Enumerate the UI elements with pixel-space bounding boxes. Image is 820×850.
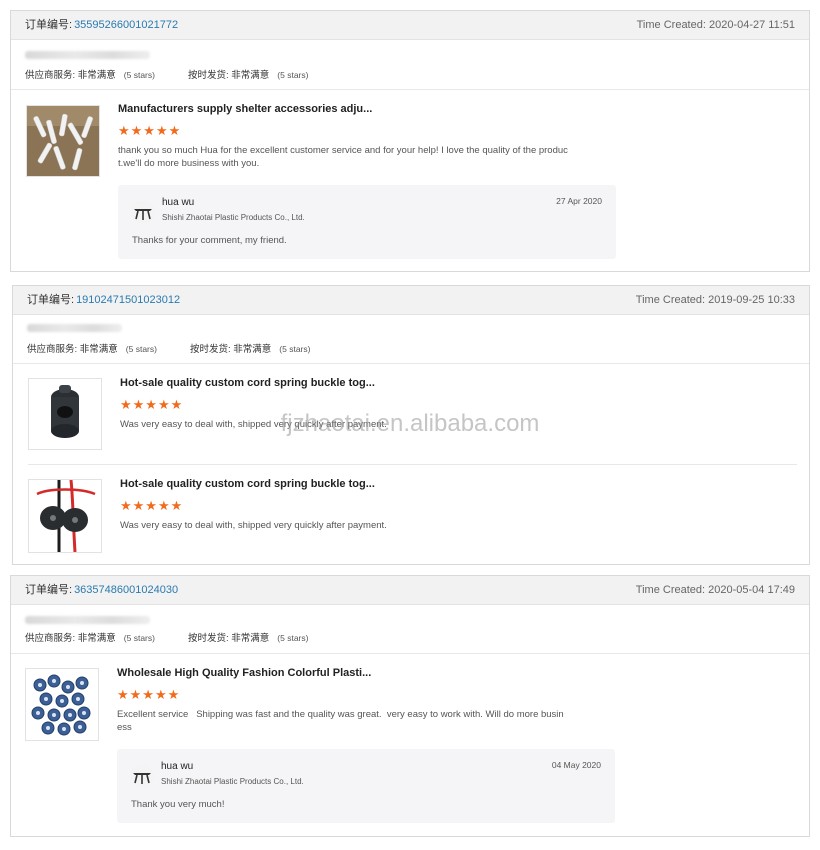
on-time-delivery-value: 非常满意 [231,70,270,81]
on-time-delivery-label: 按时发货: [190,344,231,355]
time-created: Time Created: 2019-09-25 10:33 [635,294,795,306]
order-header: 订单编号: 35595266001021772 Time Created: 202… [11,11,809,40]
reply-text: Thank you very much! [131,799,225,810]
order-header: 订单编号: 19102471501023012 Time Created: 201… [13,286,809,315]
product-thumbnail[interactable] [25,668,99,741]
order-header: 订单编号: 36357486001024030 Time Created: 202… [11,576,809,605]
avatar [132,201,154,223]
star-rating: ★★★★★ [117,687,181,702]
product-thumbnail[interactable] [28,479,102,553]
supplier-service-value: 非常满意 [77,633,116,644]
time-created: Time Created: 2020-05-04 17:49 [635,584,795,596]
supplier-service-value: 非常满意 [79,344,118,355]
supplier-service-label: 供应商服务: [25,633,76,644]
order-number: 订单编号: 19102471501023012 [27,286,180,314]
company-logo-icon [132,201,154,223]
order-number-link[interactable]: 35595266001021772 [74,19,178,31]
supplier-reply: hua wu Shishi Zhaotai Plastic Products C… [118,185,616,259]
review-card-1: 订单编号: 35595266001021772 Time Created: 202… [10,10,810,272]
reply-company: Shishi Zhaotai Plastic Products Co., Ltd… [162,213,305,222]
review-comment: Excellent service Shipping was fast and … [117,708,617,734]
on-time-delivery-label: 按时发货: [188,633,229,644]
reply-company: Shishi Zhaotai Plastic Products Co., Ltd… [161,777,304,786]
order-number-label: 订单编号: [25,19,73,31]
on-time-delivery-rating: 按时发货: 非常满意 (5 stars) [188,67,308,81]
on-time-delivery-value: 非常满意 [231,633,270,644]
review-card-3: 订单编号: 36357486001024030 Time Created: 202… [10,575,810,837]
product-title-link[interactable]: Manufacturers supply shelter accessories… [118,103,372,115]
order-number-label: 订单编号: [25,584,73,596]
supplier-service-value: 非常满意 [77,70,116,81]
supplier-service-label: 供应商服务: [27,344,78,355]
reply-date: 27 Apr 2020 [556,196,602,206]
colorful-buttons-image [26,669,98,740]
avatar [131,765,153,787]
company-logo-icon [131,765,153,787]
review-comment-line: t.we'll do more business with you. [118,158,260,169]
on-time-delivery-rating: 按时发货: 非常满意 (5 stars) [190,341,310,355]
watermark: fjzhaotai.en.alibaba.com [280,410,540,437]
reply-date: 04 May 2020 [551,760,601,770]
divider [13,363,809,364]
supplier-service-stars: (5 stars) [123,633,155,643]
on-time-delivery-rating: 按时发货: 非常满意 (5 stars) [188,630,308,644]
product-title-link[interactable]: Hot-sale quality custom cord spring buck… [120,478,375,490]
review-comment-line: Excellent service Shipping was fast and … [117,709,564,720]
on-time-delivery-stars: (5 stars) [279,344,311,354]
star-rating: ★★★★★ [118,123,182,138]
order-number-link[interactable]: 36357486001024030 [74,584,178,596]
on-time-delivery-value: 非常满意 [233,344,272,355]
review-comment-line: ess [117,722,132,733]
buyer-name-blurred [27,324,122,332]
product-thumbnail[interactable] [26,105,100,177]
supplier-service-stars: (5 stars) [125,344,157,354]
review-comment: thank you so much Hua for the excellent … [118,144,608,170]
on-time-delivery-label: 按时发货: [188,70,229,81]
product-title-link[interactable]: Hot-sale quality custom cord spring buck… [120,377,375,389]
on-time-delivery-stars: (5 stars) [277,70,309,80]
shelter-accessory-image [27,106,99,176]
product-title-link[interactable]: Wholesale High Quality Fashion Colorful … [117,667,371,679]
time-created: Time Created: 2020-04-27 11:51 [636,19,795,31]
order-number: 订单编号: 36357486001024030 [25,576,178,604]
reply-author: hua wu [162,197,195,208]
supplier-service-stars: (5 stars) [123,70,155,80]
review-comment-line: thank you so much Hua for the excellent … [118,145,568,156]
divider [11,653,809,654]
divider [28,464,797,465]
on-time-delivery-stars: (5 stars) [277,633,309,643]
supplier-service-rating: 供应商服务: 非常满意 (5 stars) [25,630,155,644]
order-number-label: 订单编号: [27,294,75,306]
review-comment: Was very easy to deal with, shipped very… [120,520,387,531]
order-number: 订单编号: 35595266001021772 [25,11,178,39]
star-rating: ★★★★★ [120,498,184,513]
supplier-service-rating: 供应商服务: 非常满意 (5 stars) [27,341,157,355]
reply-text: Thanks for your comment, my friend. [132,235,287,246]
divider [11,89,809,90]
buyer-name-blurred [25,51,150,59]
buyer-name-blurred [25,616,150,624]
reply-author: hua wu [161,761,194,772]
cord-lock-with-rope-image [29,480,101,552]
order-number-link[interactable]: 19102471501023012 [76,294,180,306]
supplier-reply: hua wu Shishi Zhaotai Plastic Products C… [117,749,615,823]
supplier-service-label: 供应商服务: [25,70,76,81]
supplier-service-rating: 供应商服务: 非常满意 (5 stars) [25,67,155,81]
